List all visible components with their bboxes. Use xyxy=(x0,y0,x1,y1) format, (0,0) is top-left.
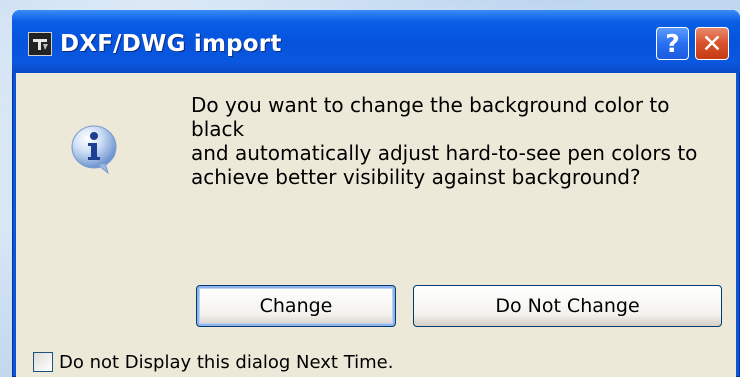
do-not-display-checkbox[interactable] xyxy=(33,352,53,372)
message-line: and automatically adjust hard-to-see pen… xyxy=(191,141,698,165)
dialog-title: DXF/DWG import xyxy=(60,31,282,57)
message-line: achieve better visibility against backgr… xyxy=(191,165,641,189)
close-button[interactable]: ✕ xyxy=(695,27,729,60)
do-not-display-option[interactable]: Do not Display this dialog Next Time. xyxy=(33,351,393,373)
message-line: Do you want to change the background col… xyxy=(191,93,670,141)
dialog-window: DXF/DWG import ? ✕ Do you want to change… xyxy=(12,10,740,377)
info-icon xyxy=(68,123,120,175)
title-bar[interactable]: DXF/DWG import ? ✕ xyxy=(12,10,740,73)
dialog-body: Do you want to change the background col… xyxy=(16,73,736,377)
close-icon: ✕ xyxy=(701,29,723,58)
do-not-change-button[interactable]: Do Not Change xyxy=(413,285,722,327)
help-icon: ? xyxy=(665,29,680,58)
app-icon[interactable] xyxy=(28,32,52,56)
dialog-message: Do you want to change the background col… xyxy=(191,93,721,189)
help-button[interactable]: ? xyxy=(656,27,689,60)
change-button[interactable]: Change xyxy=(196,285,396,327)
do-not-display-label[interactable]: Do not Display this dialog Next Time. xyxy=(59,352,393,373)
